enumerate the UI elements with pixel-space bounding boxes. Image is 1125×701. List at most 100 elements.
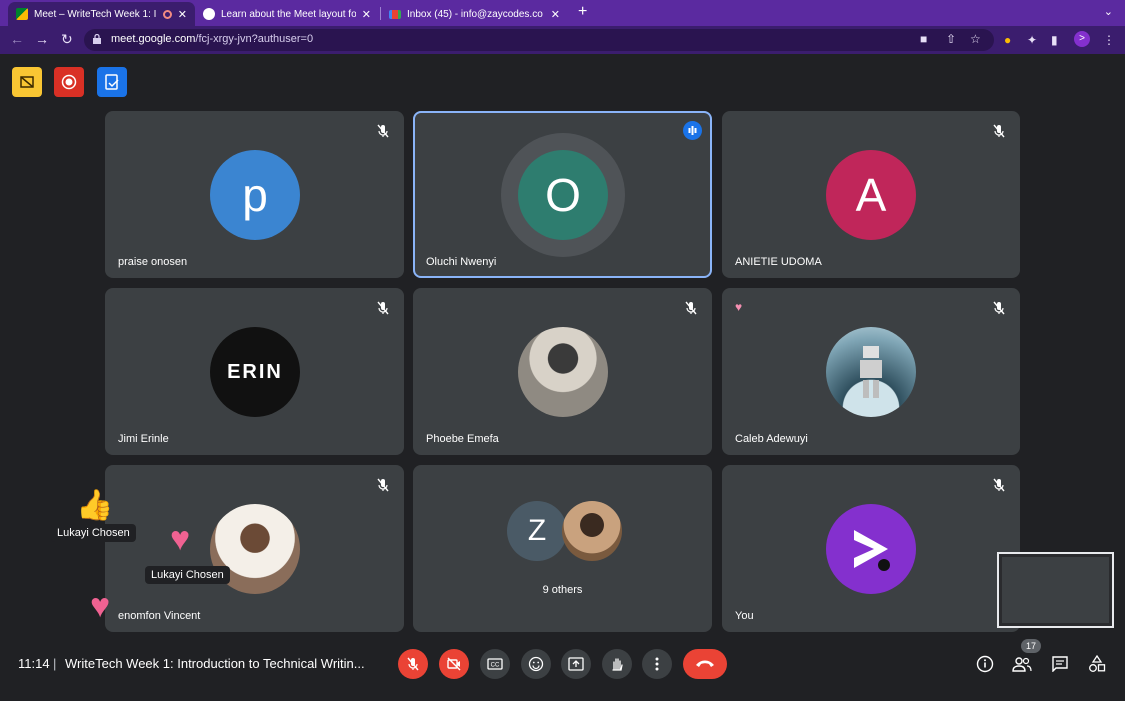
participant-name: Caleb Adewuyi xyxy=(735,433,808,445)
lock-icon[interactable] xyxy=(93,34,101,44)
avatar: O xyxy=(518,150,608,240)
others-count-label: 9 others xyxy=(542,584,583,596)
browser-menu-icon[interactable]: ⋮ xyxy=(1103,33,1115,47)
share-icon[interactable]: ⇧ xyxy=(946,32,956,46)
tab-search-icon[interactable]: ⌄ xyxy=(1104,5,1113,18)
side-panel-icon[interactable]: ▮ xyxy=(1051,33,1058,47)
mic-off-icon xyxy=(685,301,697,315)
meet-stage: p praise onosen O Oluchi Nwenyi A ANIETI… xyxy=(0,54,1125,701)
avatar: p xyxy=(210,150,300,240)
photo-avatar xyxy=(562,501,622,561)
tab-title: Learn about the Meet layout fo xyxy=(221,8,356,20)
recording-indicator-icon xyxy=(162,9,172,19)
participant-count-badge: 17 xyxy=(1021,639,1041,653)
thumbs-up-reaction-icon: 👍 xyxy=(76,489,114,522)
mic-off-icon xyxy=(377,301,389,315)
closed-captions-icon: CC xyxy=(487,658,503,670)
chat-button[interactable] xyxy=(1050,654,1070,674)
close-icon[interactable]: ✕ xyxy=(178,8,187,21)
participant-name: Jimi Erinle xyxy=(118,433,169,445)
participant-name: Phoebe Emefa xyxy=(426,433,499,445)
reaction-sender-name: Lukayi Chosen xyxy=(145,566,230,584)
self-view-preview[interactable] xyxy=(997,552,1114,628)
participant-tile[interactable]: A ANIETIE UDOMA xyxy=(722,111,1020,278)
participant-name: enomfon Vincent xyxy=(118,610,201,622)
people-button[interactable] xyxy=(1012,654,1032,674)
meeting-details-button[interactable] xyxy=(975,654,995,674)
more-vert-icon xyxy=(655,657,659,671)
camera-off-icon xyxy=(447,657,461,671)
close-icon[interactable]: ✕ xyxy=(362,8,371,21)
participant-name: praise onosen xyxy=(118,256,188,268)
participant-tile[interactable]: O Oluchi Nwenyi xyxy=(413,111,712,278)
title-separator: | xyxy=(53,656,57,671)
new-tab-button[interactable]: + xyxy=(578,3,587,21)
extension-owl-icon[interactable]: ● xyxy=(1004,33,1011,47)
back-arrow-icon[interactable]: ← xyxy=(10,31,24,47)
tab-meet[interactable]: Meet – WriteTech Week 1: I ✕ xyxy=(8,2,195,26)
meet-favicon-icon xyxy=(16,8,28,20)
camera-toggle-button[interactable] xyxy=(439,649,469,679)
chat-icon xyxy=(1052,656,1068,672)
tab-gmail-inbox[interactable]: Inbox (45) - info@zaycodes.co ✕ xyxy=(381,2,568,26)
mic-off-icon xyxy=(993,301,1005,315)
svg-text:CC: CC xyxy=(491,663,500,669)
info-icon xyxy=(976,655,994,673)
sparkling-heart-reaction-icon: ♥ xyxy=(170,520,191,558)
people-icon xyxy=(1012,657,1032,672)
participant-name: Oluchi Nwenyi xyxy=(426,256,497,268)
avatar: Z xyxy=(507,501,567,561)
others-tile[interactable]: Z 9 others xyxy=(413,465,712,632)
participant-name: You xyxy=(735,610,754,622)
avatar: A xyxy=(826,150,916,240)
url-host: meet.google.com xyxy=(111,33,196,45)
toolbar: ← → ↻ meet.google.com/fcj-xrgy-jvn?authu… xyxy=(0,26,1125,54)
captions-button[interactable]: CC xyxy=(480,649,510,679)
participant-name: ANIETIE UDOMA xyxy=(735,256,822,268)
profile-avatar[interactable]: > xyxy=(1074,31,1090,47)
recording-icon[interactable] xyxy=(54,67,84,97)
tab-title: Inbox (45) - info@zaycodes.co xyxy=(407,8,543,20)
mic-off-icon xyxy=(993,478,1005,492)
mic-off-icon xyxy=(993,124,1005,138)
participant-tile[interactable]: ♥ Caleb Adewuyi xyxy=(722,288,1020,455)
url-path: /fcj-xrgy-jvn?authuser=0 xyxy=(195,33,314,45)
extensions-puzzle-icon[interactable]: ✦ xyxy=(1027,33,1037,47)
meeting-clock: 11:14 xyxy=(18,656,50,671)
more-options-button[interactable] xyxy=(642,649,672,679)
emoji-icon xyxy=(528,656,544,672)
robot-photo-avatar xyxy=(826,327,916,417)
url-text: meet.google.com/fcj-xrgy-jvn?authuser=0 xyxy=(111,33,313,45)
participant-tile[interactable]: p praise onosen xyxy=(105,111,404,278)
caption-off-icon[interactable] xyxy=(12,67,42,97)
forward-arrow-icon[interactable]: → xyxy=(35,31,49,47)
reactions-button[interactable] xyxy=(521,649,551,679)
participant-tile[interactable]: Phoebe Emefa xyxy=(413,288,712,455)
meeting-title: WriteTech Week 1: Introduction to Techni… xyxy=(65,656,365,671)
camera-in-use-icon[interactable]: ■ xyxy=(920,32,927,46)
close-icon[interactable]: ✕ xyxy=(551,8,560,21)
raise-hand-button[interactable] xyxy=(602,649,632,679)
present-screen-icon xyxy=(568,657,584,671)
tab-strip: Meet – WriteTech Week 1: I ✕ Learn about… xyxy=(0,0,1125,26)
avatar: ERIN xyxy=(210,327,300,417)
present-screen-button[interactable] xyxy=(561,649,591,679)
participant-tile[interactable]: ERIN Jimi Erinle xyxy=(105,288,404,455)
photo-avatar xyxy=(518,327,608,417)
mic-off-icon xyxy=(377,124,389,138)
activities-icon[interactable] xyxy=(97,67,127,97)
participant-tile[interactable]: enomfon Vincent xyxy=(105,465,404,632)
tab-meet-layout-help[interactable]: Learn about the Meet layout fo ✕ xyxy=(195,2,379,26)
activities-button[interactable] xyxy=(1087,654,1107,674)
sparkling-heart-reaction-icon: ♥ xyxy=(90,587,111,625)
shapes-icon xyxy=(1089,655,1106,672)
speaking-indicator-icon xyxy=(683,121,702,140)
google-favicon-icon xyxy=(203,8,215,20)
address-bar[interactable]: meet.google.com/fcj-xrgy-jvn?authuser=0 … xyxy=(84,29,994,51)
leave-call-button[interactable] xyxy=(683,649,727,679)
reload-icon[interactable]: ↻ xyxy=(61,31,73,48)
self-tile[interactable]: You xyxy=(722,465,1020,632)
bookmark-star-icon[interactable]: ☆ xyxy=(970,32,981,46)
hang-up-icon xyxy=(696,660,714,667)
mic-toggle-button[interactable] xyxy=(398,649,428,679)
